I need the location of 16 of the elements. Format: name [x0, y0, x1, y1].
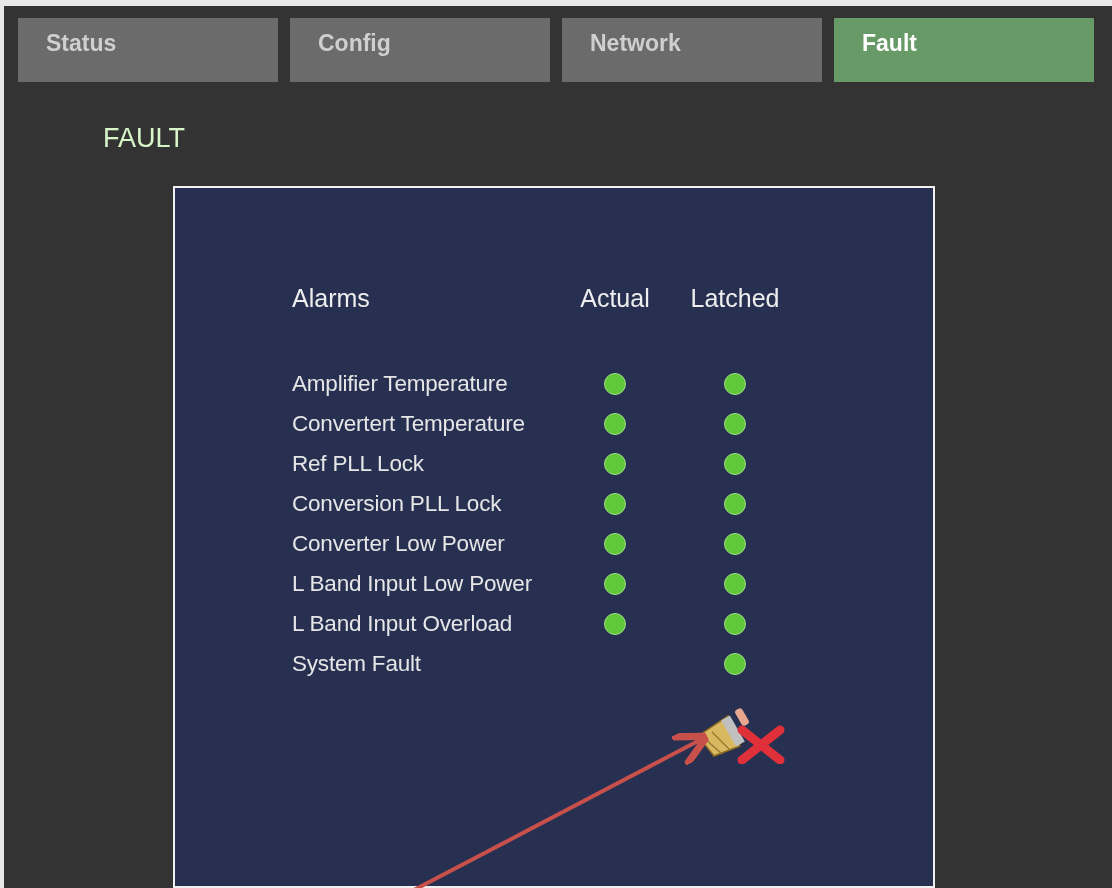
- tab[interactable]: Fault: [834, 18, 1094, 82]
- alarm-label: Converter Low Power: [292, 530, 505, 559]
- alarm-label: L Band Input Overload: [292, 610, 513, 639]
- alarm-label: Ref PLL Lock: [292, 450, 424, 479]
- column-header: Alarms: [292, 283, 370, 312]
- tab[interactable]: Config: [290, 18, 550, 82]
- alarm-label: System Fault: [292, 650, 421, 679]
- tab[interactable]: Status: [18, 18, 278, 82]
- alarm-label: Conversion PLL Lock: [292, 490, 502, 519]
- alarm-label: Amplifier Temperature: [292, 370, 508, 399]
- column-header: Latched: [690, 282, 780, 314]
- tab[interactable]: Network: [562, 18, 822, 82]
- page-heading: FAULT: [103, 122, 185, 155]
- alarm-label: L Band Input Low Power: [292, 570, 532, 599]
- alarm-label: Convertert Temperature: [292, 410, 525, 439]
- column-header: Actual: [580, 282, 650, 314]
